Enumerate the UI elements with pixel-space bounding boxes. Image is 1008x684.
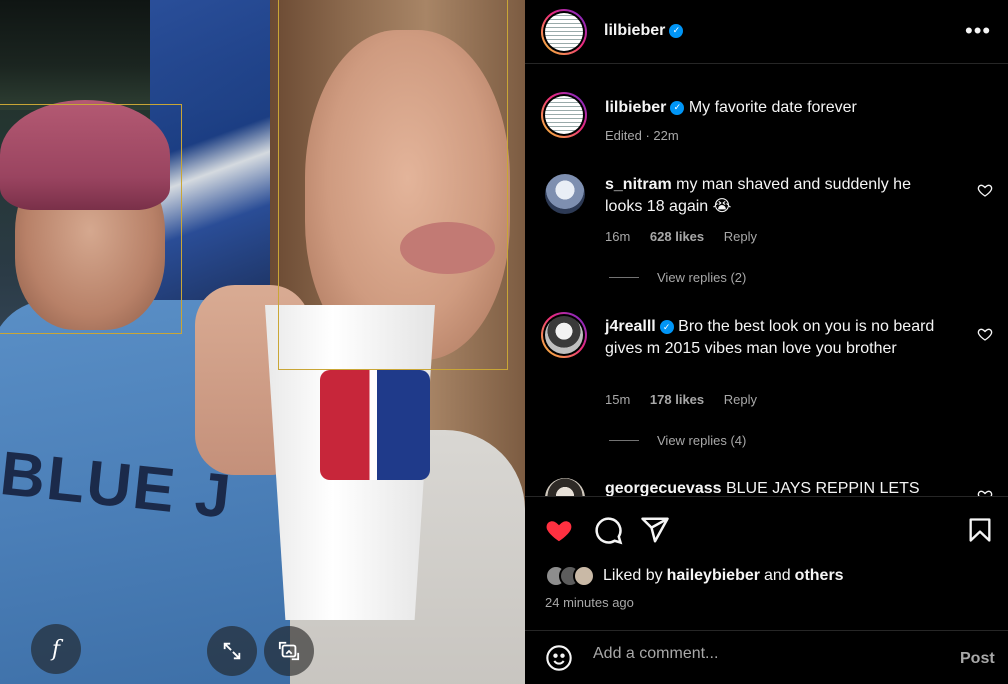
divider — [609, 440, 639, 441]
expand-icon — [223, 642, 241, 660]
cup-logo — [320, 370, 430, 480]
liked-by-others[interactable]: others — [795, 567, 844, 585]
post-actions: Liked by haileybieber and others 24 minu… — [525, 496, 1008, 630]
reply-button[interactable]: Reply — [724, 392, 757, 407]
comment-likes[interactable]: 178 likes — [650, 392, 704, 407]
caption-avatar[interactable] — [541, 92, 587, 138]
comment-input[interactable] — [593, 645, 923, 663]
liked-avatars[interactable] — [545, 565, 595, 587]
post-time[interactable]: 24 minutes ago — [545, 595, 634, 610]
comment-text: georgecuevass BLUE JAYS REPPIN LETS — [605, 480, 920, 496]
view-replies-button[interactable]: View replies (4) — [609, 433, 746, 448]
author-username[interactable]: lilbieber ✓ — [604, 22, 684, 40]
like-heart-icon[interactable] — [543, 515, 575, 545]
caption-username[interactable]: lilbieber — [605, 99, 666, 116]
comment-meta: 16m 628 likes Reply — [605, 229, 773, 244]
liked-by-user[interactable]: haileybieber — [667, 567, 760, 585]
comments-list[interactable]: lilbieber ✓ My favorite date forever Edit… — [525, 64, 1008, 496]
verified-icon: ✓ — [669, 23, 684, 38]
emoji-icon[interactable] — [545, 644, 573, 672]
share-icon[interactable] — [640, 515, 670, 545]
expand-button[interactable] — [207, 626, 257, 676]
comment-text: j4realll ✓ Bro the best look on you is no… — [605, 318, 935, 357]
post-panel: lilbieber ✓ ••• lilbieber ✓ My favorite da… — [525, 0, 1008, 684]
crop-button[interactable] — [264, 626, 314, 676]
comment-meta: 15m 178 likes Reply — [605, 392, 773, 407]
comment-username[interactable]: s_nitram — [605, 176, 672, 193]
reply-button[interactable]: Reply — [724, 229, 757, 244]
caption: lilbieber ✓ My favorite date forever — [605, 99, 985, 117]
post-button[interactable]: Post — [960, 650, 995, 668]
post-photo[interactable]: BLUE J f — [0, 0, 525, 684]
avatar — [573, 565, 595, 587]
comment-like-heart-icon[interactable] — [977, 488, 993, 496]
bookmark-icon[interactable] — [966, 515, 994, 545]
comment-avatar[interactable] — [545, 174, 585, 214]
face-detect-box-right — [278, 0, 508, 370]
comment-username[interactable]: j4realll — [605, 318, 656, 335]
comment-avatar[interactable] — [541, 312, 587, 358]
crop-icon — [278, 641, 300, 661]
post-header: lilbieber ✓ ••• — [525, 0, 1008, 64]
comment-username[interactable]: georgecuevass — [605, 480, 722, 496]
comment-like-heart-icon[interactable] — [977, 182, 993, 198]
comment-composer: Post — [525, 630, 1008, 684]
verified-icon: ✓ — [670, 100, 685, 115]
comment-like-heart-icon[interactable] — [977, 326, 993, 342]
f-icon: f — [51, 636, 61, 662]
view-replies-button[interactable]: View replies (2) — [609, 270, 746, 285]
filter-button[interactable]: f — [31, 624, 81, 674]
comment-likes[interactable]: 628 likes — [650, 229, 704, 244]
verified-icon: ✓ — [659, 319, 674, 334]
comment-time: 16m — [605, 229, 631, 244]
liked-by-middle: and — [763, 567, 791, 584]
comment-text: s_nitram my man shaved and suddenly he l… — [605, 176, 911, 215]
comment-time: 15m — [605, 392, 631, 407]
comment-avatar[interactable] — [545, 478, 585, 496]
comment-icon[interactable] — [593, 515, 623, 545]
more-options-icon[interactable]: ••• — [965, 18, 991, 44]
divider — [609, 277, 639, 278]
face-detect-box-left — [0, 104, 182, 334]
liked-by: Liked by haileybieber and others — [545, 565, 844, 587]
author-avatar[interactable] — [541, 9, 587, 55]
liked-by-prefix: Liked by — [603, 567, 663, 584]
caption-meta: Edited · 22m — [605, 128, 679, 143]
caption-text: My favorite date forever — [688, 99, 857, 116]
